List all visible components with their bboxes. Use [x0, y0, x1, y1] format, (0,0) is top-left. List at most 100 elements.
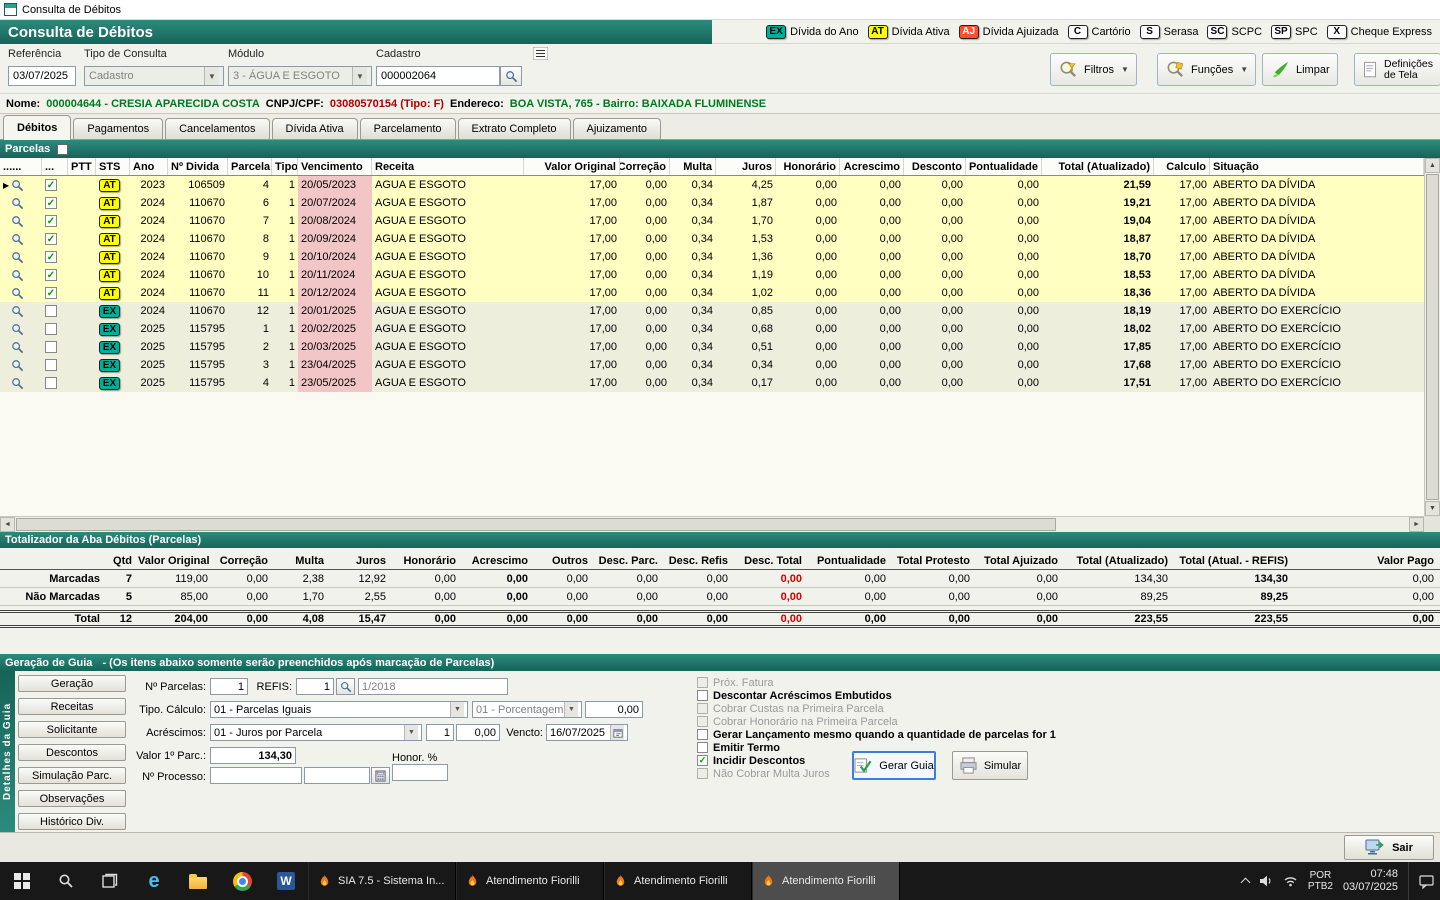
table-row[interactable]: ▶ AT 2023 106509 4 1 20/05/2023 AGUA E E… — [0, 176, 1424, 194]
speaker-icon[interactable] — [1259, 875, 1273, 887]
tipo-calculo-select[interactable]: 01 - Parcelas Iguais ▼ — [210, 701, 468, 718]
row-checkbox-cell[interactable] — [42, 212, 68, 230]
option-checkbox-row[interactable]: Gerar Lançamento mesmo quando a quantida… — [697, 729, 1056, 740]
table-row[interactable]: ▶ EX 2025 115795 1 1 20/02/2025 AGUA E E… — [0, 320, 1424, 338]
row-checkbox[interactable] — [45, 323, 57, 335]
row-checkbox[interactable] — [45, 233, 57, 245]
scroll-right-icon[interactable]: ► — [1409, 517, 1424, 532]
definicoes-tela-button[interactable]: Definições de Tela — [1354, 53, 1440, 86]
tab[interactable]: Extrato Completo — [458, 118, 571, 139]
edge-button[interactable]: e — [132, 862, 176, 900]
clock[interactable]: 07:48 03/07/2025 — [1343, 868, 1398, 894]
sidebar-button[interactable]: Observações — [18, 790, 126, 807]
option-checkbox-row[interactable]: Cobrar Honorário na Primeira Parcela — [697, 716, 1056, 727]
row-checkbox[interactable] — [45, 305, 57, 317]
row-magnifier-icon[interactable] — [11, 305, 24, 318]
row-selector-cell[interactable]: ▶ — [0, 248, 42, 266]
row-selector-cell[interactable]: ▶ — [0, 266, 42, 284]
grid-column-header[interactable]: Situação — [1210, 158, 1424, 175]
checkbox[interactable] — [697, 703, 708, 714]
tab[interactable]: Débitos — [3, 115, 71, 140]
table-row[interactable]: ▶ EX 2025 115795 2 1 20/03/2025 AGUA E E… — [0, 338, 1424, 356]
grid-column-header[interactable]: ... — [42, 158, 68, 175]
grid-column-header[interactable]: Vencimento — [298, 158, 372, 175]
table-row[interactable]: ▶ AT 2024 110670 11 1 20/12/2024 AGUA E … — [0, 284, 1424, 302]
sidebar-button[interactable]: Receitas — [18, 698, 126, 715]
file-explorer-button[interactable] — [176, 862, 220, 900]
grid-column-header[interactable]: Pontualidade — [966, 158, 1042, 175]
grid-column-header[interactable]: Receita — [372, 158, 524, 175]
chevron-down-icon[interactable]: ▼ — [404, 725, 418, 740]
row-checkbox[interactable] — [45, 341, 57, 353]
grid-column-header[interactable]: Ano — [130, 158, 168, 175]
row-magnifier-icon[interactable] — [11, 197, 24, 210]
sair-button[interactable]: Sair — [1344, 835, 1434, 860]
grid-column-header[interactable]: Tipo — [272, 158, 298, 175]
task-view-button[interactable] — [88, 862, 132, 900]
row-selector-cell[interactable]: ▶ — [0, 338, 42, 356]
row-selector-cell[interactable]: ▶ — [0, 302, 42, 320]
row-checkbox-cell[interactable] — [42, 194, 68, 212]
table-row[interactable]: ▶ EX 2025 115795 3 1 23/04/2025 AGUA E E… — [0, 356, 1424, 374]
scroll-left-icon[interactable]: ◄ — [0, 517, 15, 532]
row-selector-cell[interactable]: ▶ — [0, 194, 42, 212]
grid-column-header[interactable]: Calculo — [1154, 158, 1210, 175]
tray-expand-icon[interactable] — [1240, 878, 1250, 888]
row-magnifier-icon[interactable] — [11, 341, 24, 354]
porcentagem-valor-input[interactable]: 0,00 — [585, 701, 643, 718]
option-checkbox-row[interactable]: Cobrar Custas na Primeira Parcela — [697, 703, 1056, 714]
modulo-select[interactable]: 3 - ÁGUA E ESGOTO ▼ — [228, 66, 372, 86]
row-magnifier-icon[interactable] — [11, 359, 24, 372]
sidebar-button[interactable]: Descontos — [18, 744, 126, 761]
acrescimos-valor-input[interactable]: 0,00 — [456, 724, 500, 741]
chevron-down-icon[interactable]: ▼ — [204, 67, 219, 85]
gerar-guia-button[interactable]: Gerar Guia — [852, 751, 936, 780]
grid-column-header[interactable]: ...... — [0, 158, 42, 175]
row-selector-cell[interactable]: ▶ — [0, 320, 42, 338]
start-button[interactable] — [0, 862, 44, 900]
sidebar-button[interactable]: Solicitante — [18, 721, 126, 738]
grid-column-header[interactable]: Multa — [670, 158, 716, 175]
row-magnifier-icon[interactable] — [11, 215, 24, 228]
vertical-scroll-thumb[interactable] — [1426, 174, 1439, 500]
chevron-down-icon[interactable]: ▼ — [352, 67, 367, 85]
row-checkbox-cell[interactable] — [42, 338, 68, 356]
cadastro-list-button[interactable] — [533, 47, 548, 63]
scroll-down-icon[interactable]: ▼ — [1425, 501, 1440, 516]
porcentagem-select[interactable]: 01 - Porcentagem ▼ — [472, 701, 582, 718]
network-icon[interactable] — [1283, 875, 1298, 887]
row-selector-cell[interactable]: ▶ — [0, 176, 42, 194]
row-checkbox[interactable] — [45, 287, 57, 299]
tab[interactable]: Ajuizamento — [573, 118, 662, 139]
grid-column-header[interactable]: STS — [96, 158, 130, 175]
taskbar-app-button[interactable]: Atendimento Fiorilli — [456, 862, 604, 900]
processo-input-2[interactable] — [304, 767, 370, 784]
grid-column-header[interactable]: Juros — [716, 158, 776, 175]
horizontal-scrollbar[interactable]: ◄ ► — [0, 516, 1424, 532]
row-checkbox[interactable] — [45, 215, 57, 227]
taskbar-app-button[interactable]: Atendimento Fiorilli — [752, 862, 900, 900]
table-row[interactable]: ▶ EX 2025 115795 4 1 23/05/2025 AGUA E E… — [0, 374, 1424, 392]
row-checkbox[interactable] — [45, 377, 57, 389]
row-checkbox-cell[interactable] — [42, 356, 68, 374]
row-checkbox[interactable] — [45, 251, 57, 263]
grid-column-header[interactable]: Valor Original — [524, 158, 620, 175]
n-parcelas-input[interactable]: 1 — [210, 678, 248, 695]
row-magnifier-icon[interactable] — [11, 179, 24, 192]
acrescimos-select[interactable]: 01 - Juros por Parcela ▼ — [210, 724, 422, 741]
grid-column-header[interactable]: PTT — [68, 158, 96, 175]
processo-calc-button[interactable] — [371, 767, 390, 784]
tab[interactable]: Parcelamento — [360, 118, 456, 139]
grid-column-header[interactable]: Total (Atualizado) — [1042, 158, 1154, 175]
tab[interactable]: Pagamentos — [73, 118, 163, 139]
table-row[interactable]: ▶ AT 2024 110670 9 1 20/10/2024 AGUA E E… — [0, 248, 1424, 266]
table-row[interactable]: ▶ AT 2024 110670 10 1 20/11/2024 AGUA E … — [0, 266, 1424, 284]
grid-column-header[interactable]: Desconto — [904, 158, 966, 175]
grid-column-header[interactable]: Correção — [620, 158, 670, 175]
table-row[interactable]: ▶ EX 2024 110670 12 1 20/01/2025 AGUA E … — [0, 302, 1424, 320]
acrescimos-qtd-input[interactable]: 1 — [426, 724, 454, 741]
row-magnifier-icon[interactable] — [11, 287, 24, 300]
row-checkbox[interactable] — [45, 269, 57, 281]
grid-column-header[interactable]: Honorário — [776, 158, 840, 175]
row-checkbox-cell[interactable] — [42, 176, 68, 194]
